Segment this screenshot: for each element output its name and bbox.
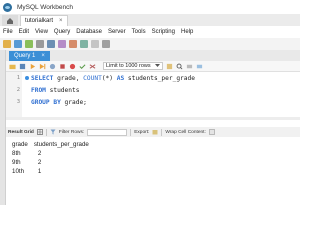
result-header-row: grade students_per_grade [10, 140, 93, 149]
filter-icon [50, 129, 56, 135]
menu-database[interactable]: Database [73, 29, 105, 35]
search-table-data-icon[interactable] [91, 40, 99, 48]
toolbar-divider [130, 128, 132, 136]
menu-tools[interactable]: Tools [129, 29, 149, 35]
results-toolbar: Result Grid Filter Rows: Export: Wrap Ce… [6, 127, 300, 137]
sql-keyword: SELECT [31, 74, 54, 82]
table-row[interactable]: 9th 2 [10, 158, 93, 167]
reconnect-icon[interactable] [102, 40, 110, 48]
rollback-icon[interactable] [89, 63, 96, 70]
result-grid: grade students_per_grade 8th 2 9th 2 10t… [6, 137, 300, 205]
cell-students-per-grade[interactable]: 1 [32, 167, 93, 176]
commit-icon[interactable] [79, 63, 86, 70]
export-label: Export: [134, 129, 150, 135]
title-bar: MySQL Workbench [0, 0, 300, 14]
beautify-icon[interactable] [166, 63, 173, 70]
menu-file[interactable]: File [0, 29, 16, 35]
find-replace-icon[interactable] [176, 63, 183, 70]
column-header-students-per-grade[interactable]: students_per_grade [32, 140, 93, 149]
wrap-cell-content-label: Wrap Cell Content: [165, 129, 206, 135]
cell-grade[interactable]: 9th [10, 158, 32, 167]
export-icon[interactable] [152, 129, 158, 135]
query-tab-bar: Query 1 × [6, 50, 300, 61]
cell-students-per-grade[interactable]: 2 [32, 149, 93, 158]
toolbar-divider [45, 128, 47, 136]
code-line-1[interactable]: 1 SELECT grade, COUNT (*) AS students_pe… [6, 73, 300, 83]
sql-text: students_per_grade [124, 74, 195, 82]
sql-editor[interactable]: 1 SELECT grade, COUNT (*) AS students_pe… [6, 72, 300, 117]
open-inspector-icon[interactable] [25, 40, 33, 48]
close-connection-tab-icon[interactable]: × [59, 18, 63, 24]
menu-edit[interactable]: Edit [16, 29, 32, 35]
filter-rows-label: Filter Rows: [58, 129, 85, 135]
line-number: 3 [16, 99, 20, 105]
sql-keyword: FROM [31, 86, 46, 94]
open-file-icon[interactable] [9, 63, 16, 70]
chevron-down-icon [154, 64, 160, 67]
save-icon[interactable] [19, 63, 26, 70]
sql-editor-toolbar: Limit to 1000 rows [6, 61, 300, 72]
sql-text: (*) [101, 74, 117, 82]
limit-rows-select[interactable]: Limit to 1000 rows [103, 62, 163, 70]
connection-tab-bar: tutorialkart × [0, 14, 300, 26]
create-function-icon[interactable] [80, 40, 88, 48]
wrap-toggle-icon[interactable] [209, 129, 215, 135]
toolbar-divider [161, 128, 163, 136]
table-row[interactable]: 8th 2 [10, 149, 93, 158]
menu-help[interactable]: Help [178, 29, 196, 35]
code-line-2[interactable]: 2 FROM students [6, 85, 300, 95]
invisible-chars-icon[interactable] [186, 63, 193, 70]
cell-grade[interactable]: 10th [10, 167, 32, 176]
column-header-grade[interactable]: grade [10, 140, 32, 149]
table-row[interactable]: 10th 1 [10, 167, 93, 176]
code-line-3[interactable]: 3 GROUP BY grade; [6, 97, 300, 107]
sql-text: grade, [53, 74, 84, 82]
stop-icon[interactable] [59, 63, 66, 70]
create-schema-icon[interactable] [36, 40, 44, 48]
line-number: 2 [16, 87, 20, 93]
menu-bar: File Edit View Query Database Server Too… [0, 26, 300, 38]
sql-text: students [45, 86, 80, 94]
create-view-icon[interactable] [58, 40, 66, 48]
close-query-tab-icon[interactable]: × [41, 53, 45, 59]
cell-students-per-grade[interactable]: 2 [32, 158, 93, 167]
result-table: grade students_per_grade 8th 2 9th 2 10t… [10, 140, 93, 176]
menu-view[interactable]: View [32, 29, 51, 35]
home-icon [7, 17, 13, 24]
new-sql-tab-icon[interactable] [3, 40, 11, 48]
execute-current-icon[interactable] [39, 63, 46, 70]
execution-marker-icon [22, 76, 31, 80]
result-grid-label[interactable]: Result Grid [8, 130, 34, 135]
query-tab[interactable]: Query 1 × [9, 51, 50, 61]
home-tab[interactable] [2, 15, 18, 26]
filter-rows-input[interactable] [87, 128, 128, 136]
sql-keyword: GROUP BY [31, 98, 61, 106]
create-table-icon[interactable] [47, 40, 55, 48]
main-toolbar [0, 38, 300, 50]
window-title: MySQL Workbench [17, 3, 73, 11]
sql-function: COUNT [83, 74, 102, 82]
connection-tab[interactable]: tutorialkart × [20, 15, 68, 26]
menu-scripting[interactable]: Scripting [149, 29, 178, 35]
editor-horizontal-scrollbar[interactable] [6, 117, 300, 120]
line-number: 1 [16, 75, 20, 81]
word-wrap-icon[interactable] [196, 63, 203, 70]
execute-icon[interactable] [29, 63, 36, 70]
sql-keyword: AS [116, 74, 125, 82]
open-sql-script-icon[interactable] [14, 40, 22, 48]
mysql-workbench-logo-icon [3, 2, 12, 12]
query-tab-label: Query 1 [14, 53, 36, 59]
limit-rows-label: Limit to 1000 rows [106, 63, 151, 69]
toggle-error-icon[interactable] [69, 63, 76, 70]
explain-icon[interactable] [49, 63, 56, 70]
grid-icon [37, 129, 43, 135]
cell-grade[interactable]: 8th [10, 149, 32, 158]
menu-query[interactable]: Query [51, 29, 73, 35]
sql-text: grade; [60, 98, 87, 106]
connection-tab-label: tutorialkart [25, 18, 54, 24]
menu-server[interactable]: Server [105, 29, 129, 35]
create-procedure-icon[interactable] [69, 40, 77, 48]
